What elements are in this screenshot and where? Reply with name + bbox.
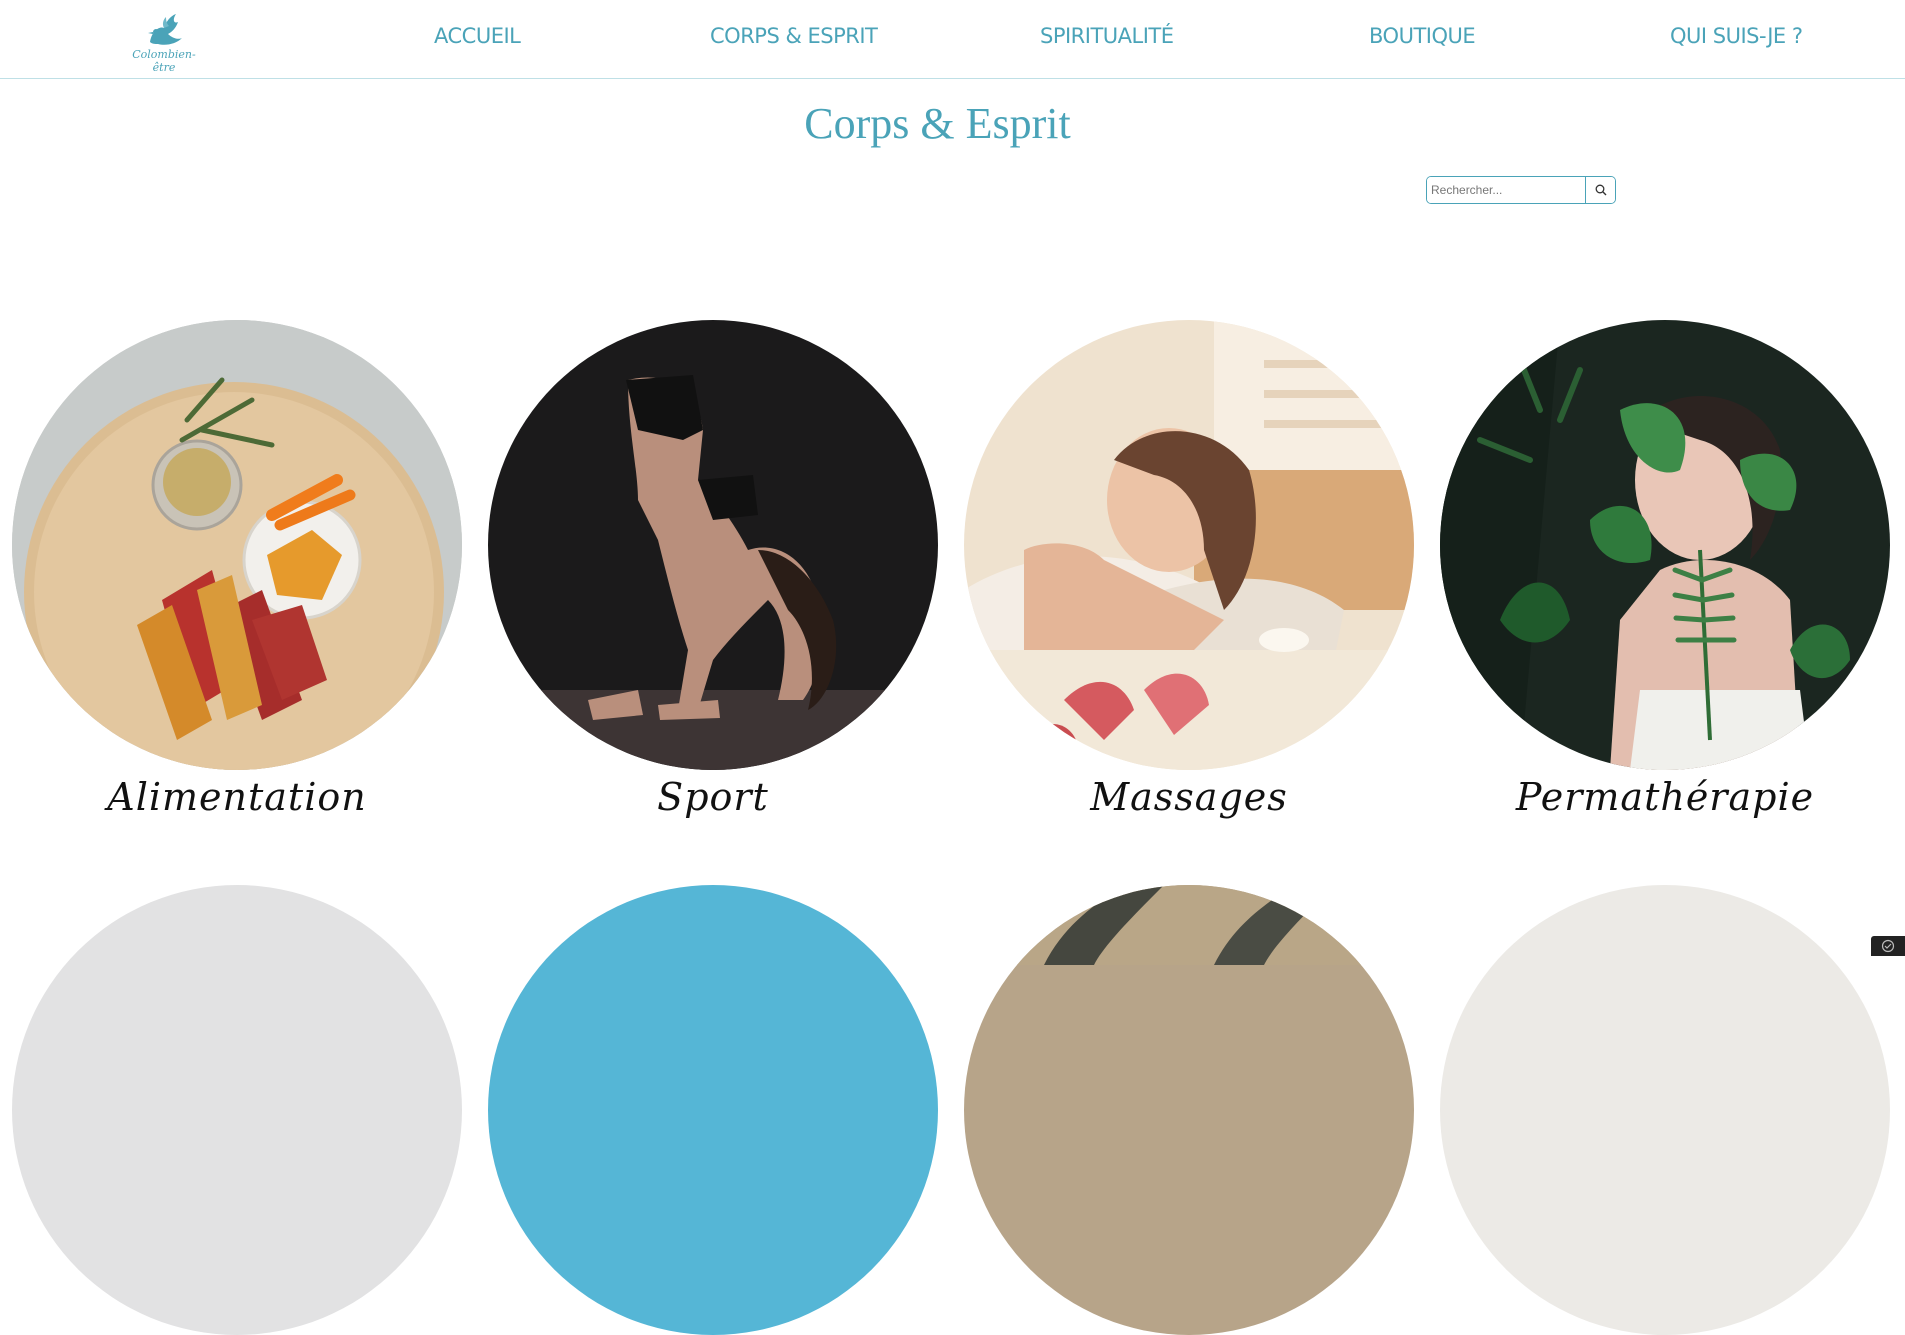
category-image-row2-4[interactable] — [1440, 885, 1890, 1335]
search-button[interactable] — [1585, 177, 1615, 203]
category-card-sport[interactable]: Sport — [488, 320, 938, 770]
category-image-row2-3[interactable] — [964, 885, 1414, 1335]
nav-qui-suis-je[interactable]: QUI SUIS-JE ? — [1670, 24, 1803, 48]
nav-boutique[interactable]: BOUTIQUE — [1369, 24, 1475, 48]
search-icon — [1595, 184, 1607, 196]
page-title: Corps & Esprit — [0, 98, 1875, 149]
dove-logo-icon — [122, 8, 206, 50]
category-label: Massages — [964, 775, 1414, 819]
category-label: Permathérapie — [1440, 775, 1890, 819]
sport-image — [488, 320, 938, 770]
shield-icon — [1881, 939, 1895, 953]
category-card-massages[interactable]: Massages — [964, 320, 1414, 770]
permatherapie-image — [1440, 320, 1890, 770]
search-form — [1426, 176, 1616, 204]
logo-text: Colombien-être — [122, 48, 206, 74]
category-image-row2-2[interactable] — [488, 885, 938, 1335]
category-image-row2-1[interactable] — [12, 885, 462, 1335]
site-logo[interactable]: Colombien-être — [122, 8, 206, 66]
search-input[interactable] — [1427, 177, 1585, 203]
category-card-alimentation[interactable]: Alimentation — [12, 320, 462, 770]
category-card-permatherapie[interactable]: Permathérapie — [1440, 320, 1890, 770]
alimentation-image — [12, 320, 462, 770]
cookie-settings-button[interactable] — [1871, 936, 1905, 956]
category-label: Sport — [488, 775, 938, 819]
nav-accueil[interactable]: ACCUEIL — [434, 24, 520, 48]
top-navigation-bar: Colombien-être ACCUEIL CORPS & ESPRIT SP… — [0, 0, 1905, 79]
category-label: Alimentation — [12, 775, 462, 819]
nav-corps-esprit[interactable]: CORPS & ESPRIT — [710, 24, 877, 48]
massages-image — [964, 320, 1414, 770]
nav-spiritualite[interactable]: SPIRITUALITÉ — [1040, 24, 1174, 48]
